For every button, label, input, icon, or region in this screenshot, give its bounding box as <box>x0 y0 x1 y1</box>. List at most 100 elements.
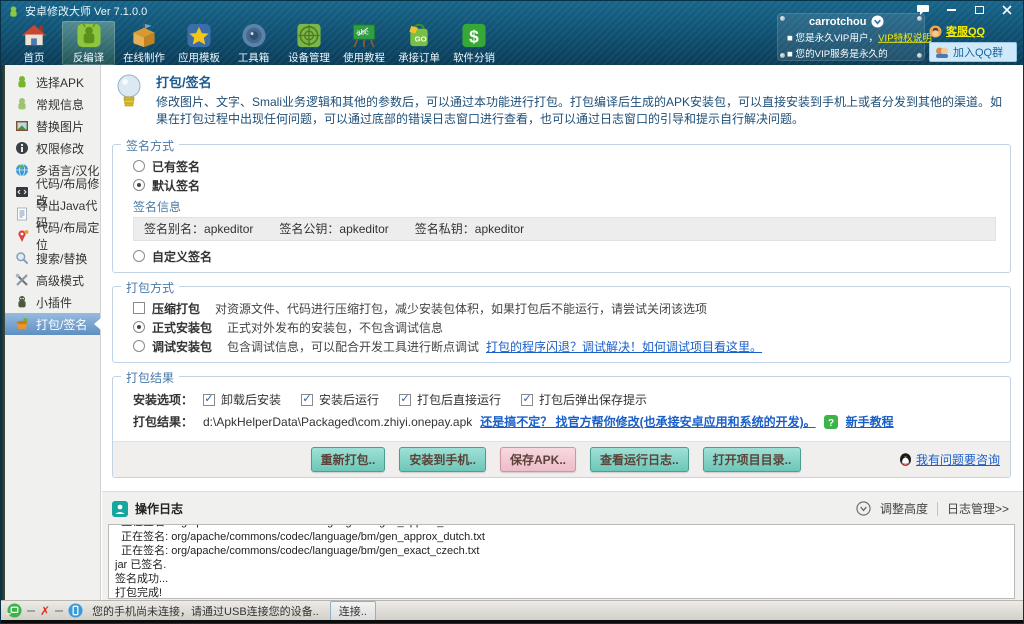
package-result-section: 打包结果 安装选项： 卸载后安装 安装后运行 打包后直接运行 打包后弹出保存 <box>112 376 1011 478</box>
toolbar-item-tutorial[interactable]: abc 使用教程 <box>337 21 390 65</box>
pc-status-icon <box>7 603 22 618</box>
toolbar-item-home[interactable]: 首页 <box>7 21 60 65</box>
avatar-icon <box>929 25 942 38</box>
window-bottom-edge <box>1 620 1023 623</box>
active-arrow <box>94 318 101 330</box>
view-run-log-button[interactable]: 查看运行日志.. <box>590 447 689 472</box>
sidebar-item-label: 选择APK <box>36 74 84 91</box>
distribution-icon: $ <box>460 22 488 49</box>
help-icon[interactable]: ? <box>824 415 838 429</box>
sidebar-item-plugins[interactable]: 小插件 <box>5 291 100 313</box>
existing-sign-label: 已有签名 <box>152 158 200 175</box>
install-option: 卸载后安装 <box>203 391 281 408</box>
toolbar-item-device-manager[interactable]: 设备管理 <box>282 21 335 65</box>
sidebar-item-search-replace[interactable]: 搜索/替换 <box>5 247 100 269</box>
toolbar-item-label: 承接订单 <box>398 49 440 64</box>
vip-user-panel: carrotchou ■ 您是永久VIP用户，VIP特权说明 ■ 您的VIP服务… <box>777 13 925 61</box>
sidebar-item-select-apk[interactable]: 选择APK <box>5 71 100 93</box>
minimize-icon[interactable] <box>945 5 957 15</box>
log-panel: 操作日志 调整高度 日志管理>> 正在签名: org/apache/common… <box>102 491 1023 602</box>
uninstall-first-checkbox[interactable] <box>203 394 215 406</box>
svg-text:?: ? <box>828 418 834 429</box>
open-project-dir-button[interactable]: 打开项目目录.. <box>703 447 802 472</box>
compress-checkbox[interactable] <box>133 302 145 314</box>
adjust-height-label[interactable]: 调整高度 <box>880 500 928 517</box>
maximize-icon[interactable] <box>973 5 985 15</box>
toolbar-item-online-make[interactable]: 在线制作 <box>117 21 170 65</box>
svg-text:$: $ <box>469 26 479 46</box>
log-header: 操作日志 调整高度 日志管理>> <box>102 492 1023 521</box>
chevron-down-icon[interactable] <box>871 15 884 28</box>
log-icon <box>112 501 128 517</box>
toolbar-item-orders[interactable]: GO 承接订单 <box>392 21 445 65</box>
sidebar-item-permissions[interactable]: 权限修改 <box>5 137 100 159</box>
connect-button[interactable]: 连接.. <box>330 601 376 621</box>
orders-icon: GO <box>405 22 433 49</box>
toolbar-item-label: 反编译 <box>73 49 104 64</box>
picture-icon <box>15 119 29 133</box>
globe-icon <box>15 163 29 177</box>
sidebar-item-label: 搜索/替换 <box>36 250 87 267</box>
debug-help-link[interactable]: 打包的程序闪退？调试解决！如何调试项目看这里。 <box>486 338 762 355</box>
home-icon <box>20 22 48 49</box>
join-qq-group-button[interactable]: 加入QQ群 <box>929 42 1017 62</box>
advanced-tools-icon <box>15 273 29 287</box>
compress-label: 压缩打包 <box>152 300 200 317</box>
join-qq-label: 加入QQ群 <box>953 44 1003 60</box>
app-header: 安卓修改大师 Ver 7.1.0.0 首页 <box>1 1 1023 65</box>
run-after-package-checkbox[interactable] <box>399 394 411 406</box>
log-manage-link[interactable]: 日志管理>> <box>947 500 1009 517</box>
android-light-icon <box>15 97 29 111</box>
vip-privilege-link[interactable]: VIP特权说明 <box>878 33 932 44</box>
sidebar-item-general-info[interactable]: 常规信息 <box>5 93 100 115</box>
existing-sign-radio[interactable] <box>133 160 145 172</box>
release-radio[interactable] <box>133 321 145 333</box>
close-icon[interactable] <box>1001 5 1013 15</box>
window-controls <box>917 5 1013 15</box>
custom-sign-radio[interactable] <box>133 250 145 262</box>
toolbar-item-label: 首页 <box>23 49 44 64</box>
sidebar-item-code-layout-locate[interactable]: 代码/布局定位 <box>5 225 100 247</box>
release-label: 正式安装包 <box>152 319 212 336</box>
log-output[interactable]: 正在签名: org/apache/commons/codec/language/… <box>108 524 1015 599</box>
tutorial-link[interactable]: 新手教程 <box>846 413 894 430</box>
log-title: 操作日志 <box>135 500 183 517</box>
toolbar-item-decompile[interactable]: 反编译 <box>62 21 115 65</box>
sidebar-item-label: 打包/签名 <box>36 316 87 333</box>
service-qq-link[interactable]: 客服QQ <box>946 23 985 39</box>
save-apk-button[interactable]: 保存APK.. <box>500 447 576 472</box>
lightbulb-icon <box>114 72 144 112</box>
consult-link[interactable]: 我有问题要咨询 <box>916 451 1000 468</box>
sign-method-legend: 签名方式 <box>121 137 179 154</box>
sign-method-section: 签名方式 已有签名 默认签名 签名信息 签名别名：apkeditor 签名公钥：… <box>112 144 1011 273</box>
divider <box>937 502 938 516</box>
window-title: 安卓修改大师 Ver 7.1.0.0 <box>25 3 147 19</box>
sidebar-item-advanced-mode[interactable]: 高级模式 <box>5 269 100 291</box>
toolbox-icon <box>240 22 268 49</box>
package-method-legend: 打包方式 <box>121 279 179 296</box>
result-label: 打包结果： <box>133 413 195 430</box>
repackage-button[interactable]: 重新打包.. <box>311 447 386 472</box>
default-sign-radio[interactable] <box>133 179 145 191</box>
toolbar-item-label: 使用教程 <box>343 49 385 64</box>
official-help-link[interactable]: 还是搞不定？ 找官方帮你修改(也承接安卓应用和系统的开发)。 <box>480 413 815 430</box>
adjust-height-icon[interactable] <box>856 501 871 516</box>
install-to-phone-button[interactable]: 安装到手机.. <box>399 447 486 472</box>
toolbar-item-toolbox[interactable]: 工具箱 <box>227 21 280 65</box>
toolbar-item-distribution[interactable]: $ 软件分销 <box>447 21 500 65</box>
log-line: 打包完成! <box>115 586 1008 599</box>
search-icon <box>15 251 29 265</box>
sidebar-item-label: 高级模式 <box>36 272 84 289</box>
app-window: 安卓修改大师 Ver 7.1.0.0 首页 <box>0 0 1024 624</box>
sidebar-item-package-sign[interactable]: 打包/签名 <box>5 313 100 335</box>
log-line: 正在签名: org/apache/commons/codec/language/… <box>115 544 1008 558</box>
toolbar-item-app-template[interactable]: 应用模板 <box>172 21 225 65</box>
toolbar-item-label: 在线制作 <box>123 49 165 64</box>
run-after-install-checkbox[interactable] <box>301 394 313 406</box>
online-make-icon <box>130 22 158 49</box>
log-line: 签名成功... <box>115 572 1008 586</box>
save-prompt-checkbox[interactable] <box>521 394 533 406</box>
sidebar-item-replace-images[interactable]: 替换图片 <box>5 115 100 137</box>
svg-text:GO: GO <box>414 34 426 43</box>
debug-radio[interactable] <box>133 340 145 352</box>
